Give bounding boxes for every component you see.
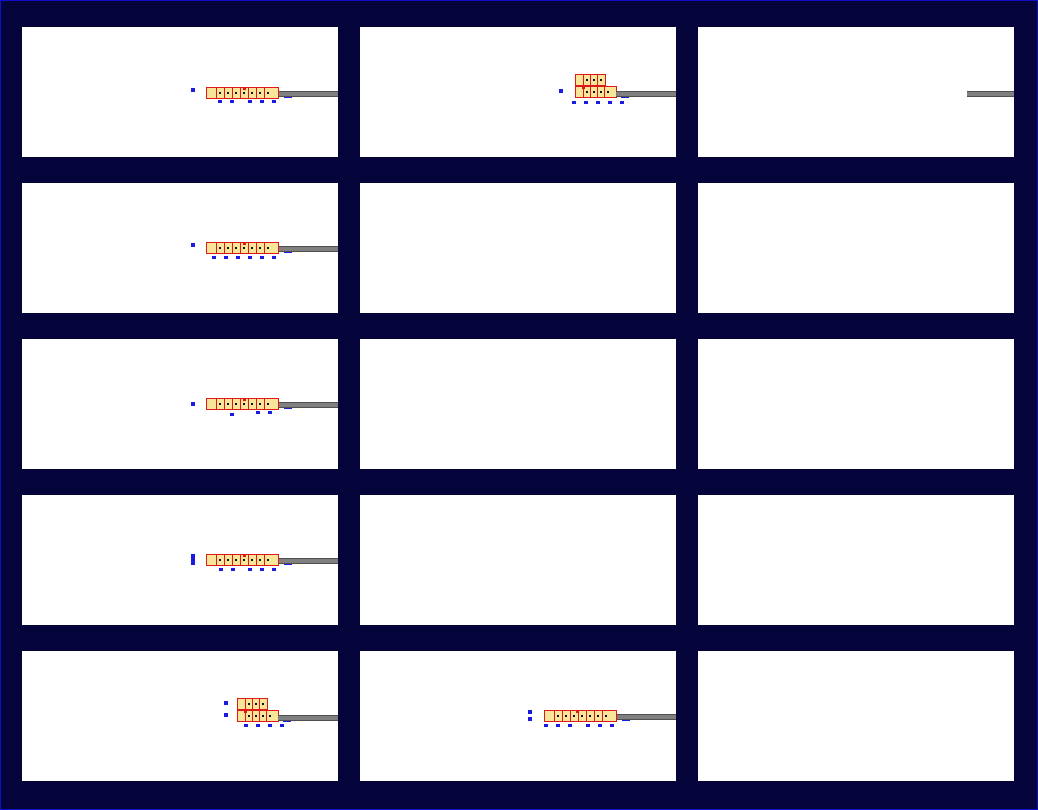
marker xyxy=(608,101,612,104)
marker xyxy=(260,568,264,571)
train-car-upper xyxy=(237,698,268,710)
marker xyxy=(248,100,252,103)
marker xyxy=(224,256,228,259)
marker xyxy=(230,413,234,416)
marker xyxy=(272,100,276,103)
marker xyxy=(620,101,624,104)
train-car xyxy=(206,242,279,254)
stray-mark xyxy=(360,270,363,275)
marker xyxy=(256,724,260,727)
marker xyxy=(191,88,195,92)
marker xyxy=(268,724,272,727)
marker xyxy=(191,402,195,406)
marker xyxy=(248,256,252,259)
marker xyxy=(528,717,532,721)
marker xyxy=(572,101,576,104)
marker xyxy=(586,724,590,727)
marker xyxy=(544,724,548,727)
panel-r5c2[interactable] xyxy=(360,651,676,781)
panel-r3c3[interactable] xyxy=(698,339,1014,469)
train-car xyxy=(206,398,279,410)
marker xyxy=(256,411,260,414)
train-car xyxy=(206,554,279,566)
train-car xyxy=(206,87,279,99)
marker xyxy=(280,724,284,727)
panel-r1c1[interactable] xyxy=(22,27,338,157)
marker xyxy=(268,411,272,414)
marker xyxy=(596,101,600,104)
panel-r5c1[interactable] xyxy=(22,651,338,781)
marker xyxy=(230,100,234,103)
panel-r2c1[interactable] xyxy=(22,183,338,313)
marker xyxy=(212,256,216,259)
panel-r1c2[interactable] xyxy=(360,27,676,157)
train-car xyxy=(575,86,617,98)
dock xyxy=(967,91,1014,97)
marker xyxy=(244,724,248,727)
marker xyxy=(231,568,235,571)
dock xyxy=(279,91,338,97)
dock xyxy=(279,246,338,252)
grid-frame xyxy=(0,0,1038,810)
marker xyxy=(260,100,264,103)
train-car xyxy=(237,710,279,722)
dock xyxy=(616,91,676,97)
marker xyxy=(272,256,276,259)
marker xyxy=(272,568,276,571)
dock xyxy=(617,714,676,720)
marker xyxy=(584,101,588,104)
dock xyxy=(278,715,338,721)
marker xyxy=(559,89,563,93)
panel-r3c1[interactable] xyxy=(22,339,338,469)
marker xyxy=(528,710,532,714)
marker xyxy=(568,724,572,727)
marker xyxy=(191,554,195,565)
panel-r1c3[interactable] xyxy=(698,27,1014,157)
panel-r3c2[interactable] xyxy=(360,339,676,469)
marker xyxy=(236,256,240,259)
marker xyxy=(598,724,602,727)
panel-r5c3[interactable] xyxy=(698,651,1014,781)
marker xyxy=(191,243,195,247)
marker xyxy=(224,701,228,705)
panel-r4c1[interactable] xyxy=(22,495,338,625)
panel-r2c2[interactable] xyxy=(360,183,676,313)
train-car-upper xyxy=(575,74,606,86)
dock xyxy=(279,402,338,408)
marker xyxy=(556,724,560,727)
panel-r2c3[interactable] xyxy=(698,183,1014,313)
marker xyxy=(610,724,614,727)
train-car xyxy=(544,710,617,722)
marker xyxy=(219,568,223,571)
panel-r4c3[interactable] xyxy=(698,495,1014,625)
dock xyxy=(279,558,338,564)
marker xyxy=(224,713,228,717)
marker xyxy=(218,100,222,103)
panel-r4c2[interactable] xyxy=(360,495,676,625)
marker xyxy=(248,568,252,571)
marker xyxy=(260,256,264,259)
